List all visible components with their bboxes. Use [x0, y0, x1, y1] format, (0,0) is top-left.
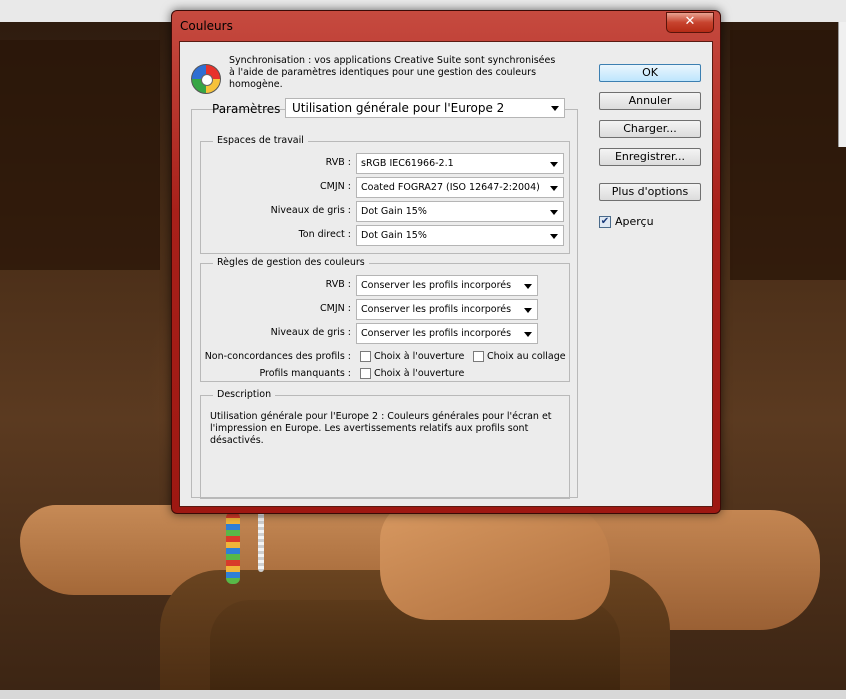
gray-policy-label: Niveaux de gris : [270, 327, 351, 338]
description-group: Description Utilisation générale pour l'… [200, 389, 570, 499]
background-bracelet [226, 512, 240, 584]
colour-policies-title: Règles de gestion des couleurs [213, 257, 369, 268]
gray-space-select[interactable]: Dot Gain 15% [356, 201, 564, 222]
colour-settings-dialog: Couleurs ✕ Synchronisation : vos applica… [171, 10, 721, 514]
missing-open-checkbox[interactable] [360, 368, 371, 379]
right-panel-edge [838, 22, 846, 147]
settings-select[interactable]: Utilisation générale pour l'Europe 2 [285, 98, 565, 118]
sync-status-text: Synchronisation : vos applications Creat… [229, 55, 556, 90]
mismatch-open-label[interactable]: Choix à l'ouverture [374, 351, 464, 362]
chevron-down-icon [524, 308, 532, 313]
background-shelf-left [0, 40, 160, 270]
profile-mismatch-label: Non-concordances des profils : [204, 351, 351, 362]
chevron-down-icon [524, 284, 532, 289]
working-spaces-group: Espaces de travail RVB : sRGB IEC61966-2… [200, 135, 570, 254]
bottom-app-strip [0, 690, 846, 699]
dialog-client-area: Synchronisation : vos applications Creat… [179, 41, 713, 507]
chevron-down-icon [550, 210, 558, 215]
colour-policies-group: Règles de gestion des couleurs RVB : Con… [200, 257, 570, 382]
rgb-space-select[interactable]: sRGB IEC61966-2.1 [356, 153, 564, 174]
gray-space-label: Niveaux de gris : [270, 205, 351, 216]
chevron-down-icon [550, 234, 558, 239]
missing-open-label[interactable]: Choix à l'ouverture [374, 368, 464, 379]
cmyk-policy-label: CMJN : [320, 303, 351, 314]
missing-profiles-label: Profils manquants : [259, 368, 351, 379]
gray-policy-select[interactable]: Conserver les profils incorporés [356, 323, 538, 344]
mismatch-paste-label[interactable]: Choix au collage [487, 351, 566, 362]
ok-button[interactable]: OK [599, 64, 701, 82]
checkmark-icon: ✔ [600, 216, 610, 227]
rgb-policy-value: Conserver les profils incorporés [361, 280, 512, 291]
chevron-down-icon [550, 162, 558, 167]
dialog-title: Couleurs [180, 19, 233, 33]
cmyk-space-label: CMJN : [320, 181, 351, 192]
cmyk-space-value: Coated FOGRA27 (ISO 12647-2:2004) [361, 182, 540, 193]
rgb-policy-label: RVB : [325, 279, 351, 290]
description-title: Description [213, 389, 276, 400]
background-bracelet-white [258, 512, 264, 572]
colour-wheel-icon [191, 64, 221, 94]
gray-space-value: Dot Gain 15% [361, 206, 427, 217]
settings-select-value: Utilisation générale pour l'Europe 2 [292, 101, 505, 115]
chevron-down-icon [551, 106, 559, 111]
working-spaces-title: Espaces de travail [213, 135, 308, 146]
more-options-button[interactable]: Plus d'options [599, 183, 701, 201]
cmyk-space-select[interactable]: Coated FOGRA27 (ISO 12647-2:2004) [356, 177, 564, 198]
mismatch-open-checkbox[interactable] [360, 351, 371, 362]
cancel-button[interactable]: Annuler [599, 92, 701, 110]
settings-label: Paramètres : [212, 102, 289, 116]
preview-checkbox[interactable]: ✔ [599, 216, 611, 228]
rgb-policy-select[interactable]: Conserver les profils incorporés [356, 275, 538, 296]
description-text: Utilisation générale pour l'Europe 2 : C… [210, 411, 552, 446]
rgb-space-label: RVB : [325, 157, 351, 168]
title-bar[interactable]: Couleurs ✕ [172, 11, 720, 41]
rgb-space-value: sRGB IEC61966-2.1 [361, 158, 454, 169]
spot-space-select[interactable]: Dot Gain 15% [356, 225, 564, 246]
preview-label[interactable]: Aperçu [615, 215, 654, 228]
chevron-down-icon [550, 186, 558, 191]
gray-policy-value: Conserver les profils incorporés [361, 328, 512, 339]
close-button[interactable]: ✕ [666, 12, 714, 33]
chevron-down-icon [524, 332, 532, 337]
cmyk-policy-value: Conserver les profils incorporés [361, 304, 512, 315]
mismatch-paste-checkbox[interactable] [473, 351, 484, 362]
close-icon: ✕ [684, 14, 696, 29]
background-shelf-right [730, 30, 846, 280]
save-button[interactable]: Enregistrer... [599, 148, 701, 166]
spot-space-label: Ton direct : [298, 229, 351, 240]
spot-space-value: Dot Gain 15% [361, 230, 427, 241]
load-button[interactable]: Charger... [599, 120, 701, 138]
cmyk-policy-select[interactable]: Conserver les profils incorporés [356, 299, 538, 320]
background-hands [380, 500, 610, 620]
